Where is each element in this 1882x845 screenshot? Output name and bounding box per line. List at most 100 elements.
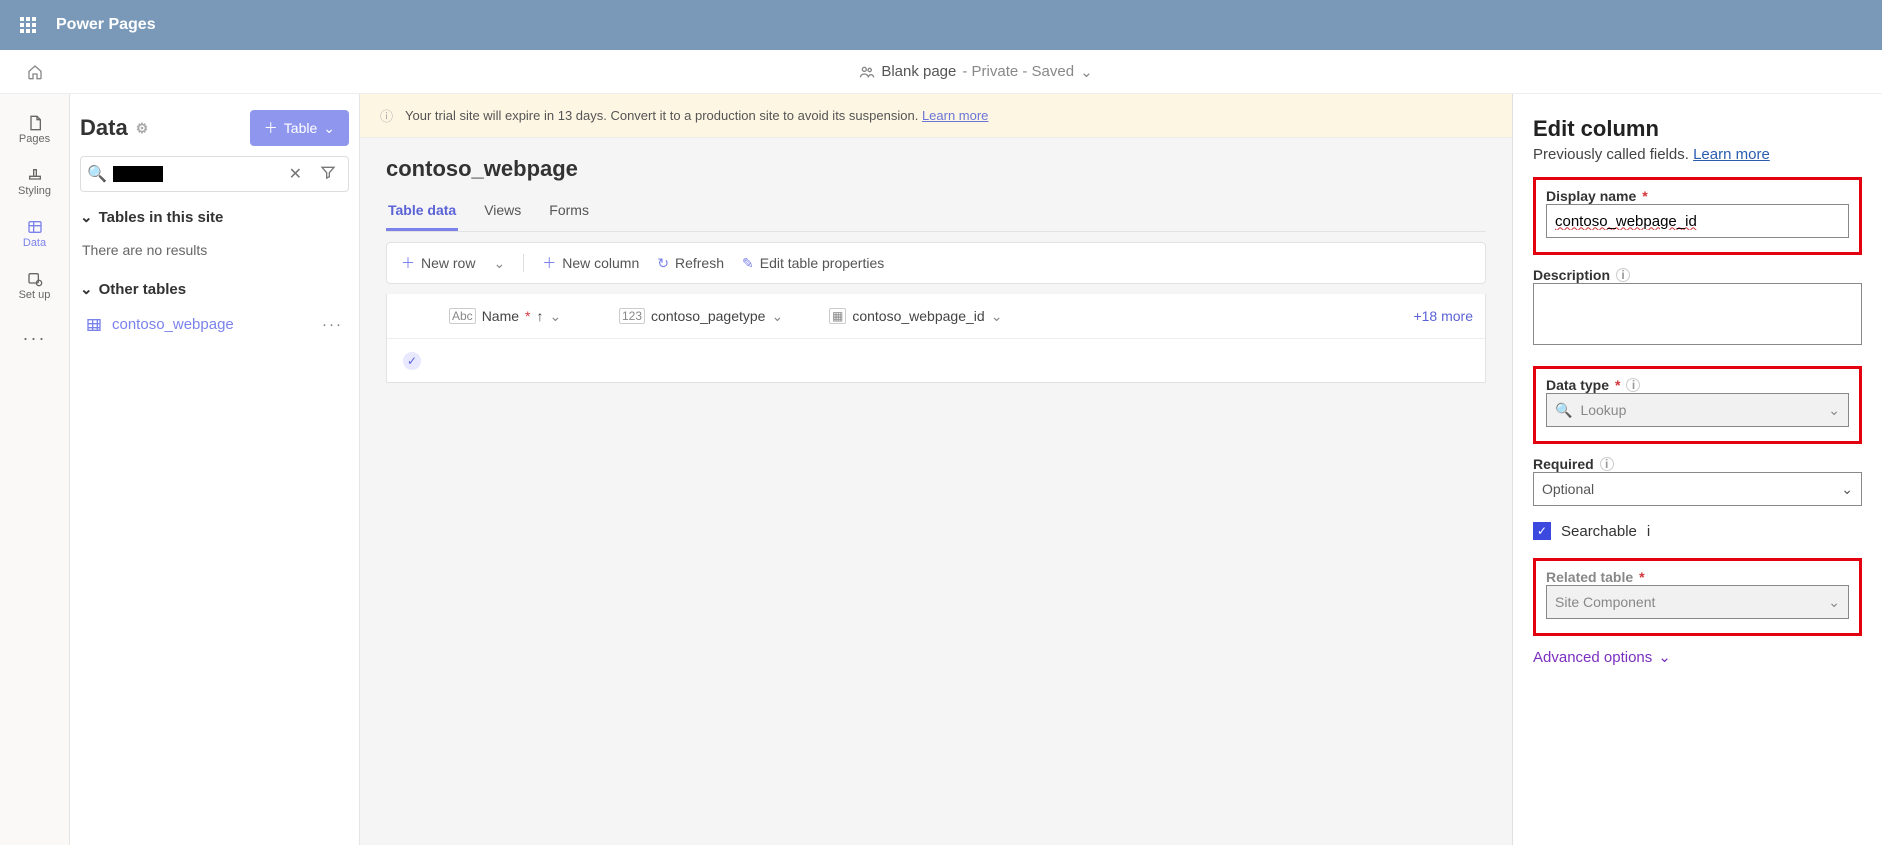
app-header: Power Pages: [0, 0, 1882, 50]
table-icon: [27, 219, 43, 235]
page-icon: [27, 115, 43, 131]
setup-icon: [27, 271, 43, 287]
table-title: contoso_webpage: [386, 156, 1486, 182]
chevron-down-icon: ⌄: [991, 308, 1003, 325]
info-icon[interactable]: i: [1626, 378, 1640, 392]
search-input[interactable]: [169, 166, 277, 182]
banner-learn-more-link[interactable]: Learn more: [922, 108, 988, 123]
info-icon[interactable]: i: [1616, 268, 1630, 282]
nav-label: Data: [23, 237, 46, 249]
home-icon[interactable]: [0, 64, 70, 80]
new-column-button[interactable]: ＋New column: [542, 253, 639, 273]
plus-icon: ＋: [401, 253, 415, 273]
panel-title: Edit column: [1533, 116, 1862, 142]
checkbox-checked-icon[interactable]: ✓: [1533, 522, 1551, 540]
banner-text: Your trial site will expire in 13 days. …: [405, 108, 918, 123]
tab-views[interactable]: Views: [482, 192, 523, 231]
new-row-button[interactable]: ＋New row: [401, 253, 475, 273]
display-name-label: Display name *: [1546, 188, 1849, 204]
chevron-down-icon: ⌄: [771, 308, 783, 325]
nav-setup[interactable]: Set up: [0, 260, 70, 312]
related-table-label: Related table *: [1546, 569, 1849, 585]
table-toolbar: ＋New row ⌄ ＋New column ↻Refresh ✎Edit ta…: [386, 242, 1486, 284]
chevron-down-icon: ⌄: [550, 308, 562, 325]
required-select[interactable]: Optional ⌄: [1533, 472, 1862, 506]
gear-icon[interactable]: ⚙: [136, 120, 149, 137]
chevron-down-icon: ⌄: [323, 120, 335, 137]
data-type-select: 🔍Lookup ⌄: [1546, 393, 1849, 427]
nav-pages[interactable]: Pages: [0, 104, 70, 156]
search-box[interactable]: 🔍 ✕: [80, 156, 349, 192]
row-check-icon[interactable]: ✓: [403, 352, 421, 370]
search-icon: 🔍: [87, 164, 107, 184]
add-table-button[interactable]: ＋ Table ⌄: [250, 110, 349, 146]
sort-asc-icon: ↑: [537, 308, 544, 324]
data-type-label: Data type * i: [1546, 377, 1849, 393]
display-name-input[interactable]: [1546, 204, 1849, 238]
chevron-down-icon: ⌄: [1828, 594, 1840, 611]
chevron-down-icon[interactable]: ⌄: [493, 255, 505, 272]
page-name[interactable]: Blank page: [881, 63, 956, 80]
plus-icon: ＋: [264, 118, 278, 138]
nav-styling[interactable]: Styling: [0, 156, 70, 208]
nav-more[interactable]: ···: [0, 312, 70, 364]
search-value: [113, 166, 163, 182]
table-item-more-icon[interactable]: ···: [322, 316, 343, 333]
nav-label: Styling: [18, 185, 51, 197]
text-type-icon: Abc: [449, 308, 476, 324]
page-status: - Private - Saved: [962, 63, 1074, 80]
nav-label: Pages: [19, 133, 50, 145]
tabs: Table data Views Forms: [386, 192, 1486, 232]
highlight-data-type: Data type * i 🔍Lookup ⌄: [1533, 366, 1862, 444]
plus-icon: ＋: [542, 253, 556, 273]
trial-banner: ⓘ Your trial site will expire in 13 days…: [360, 94, 1512, 138]
table-item-contoso-webpage[interactable]: contoso_webpage ···: [80, 308, 349, 341]
column-name[interactable]: Abc Name* ↑ ⌄: [437, 308, 607, 325]
sub-header: Blank page - Private - Saved ⌄: [0, 50, 1882, 94]
search-icon: 🔍: [1555, 402, 1572, 419]
chevron-down-icon: ⌄: [1841, 481, 1853, 498]
table-item-label: contoso_webpage: [112, 316, 234, 333]
waffle-icon[interactable]: [20, 17, 36, 33]
column-webpage-id[interactable]: ▦ contoso_webpage_id ⌄: [817, 308, 1047, 325]
nav-label: Set up: [19, 289, 51, 301]
filter-icon[interactable]: [314, 164, 342, 185]
pencil-icon: ✎: [742, 255, 754, 272]
searchable-checkbox-row[interactable]: ✓ Searchable i: [1533, 522, 1862, 540]
grid-header: Abc Name* ↑ ⌄ 123 contoso_pagetype ⌄ ▦ c…: [387, 294, 1485, 338]
clear-search-icon[interactable]: ✕: [283, 164, 308, 184]
chevron-down-icon: ⌄: [1828, 402, 1840, 419]
related-table-select: Site Component ⌄: [1546, 585, 1849, 619]
data-grid: Abc Name* ↑ ⌄ 123 contoso_pagetype ⌄ ▦ c…: [386, 294, 1486, 383]
section-tables-in-site[interactable]: ⌄ Tables in this site: [80, 208, 349, 226]
no-results: There are no results: [80, 236, 349, 264]
sidebar-heading: Data: [80, 115, 128, 141]
info-icon[interactable]: i: [1647, 523, 1650, 540]
refresh-icon: ↻: [657, 255, 669, 272]
people-icon: [859, 64, 875, 80]
edit-table-props-button[interactable]: ✎Edit table properties: [742, 255, 884, 272]
nav-data[interactable]: Data: [0, 208, 70, 260]
highlight-related-table: Related table * Site Component ⌄: [1533, 558, 1862, 636]
ellipsis-icon: ···: [23, 328, 47, 349]
section-other-tables[interactable]: ⌄ Other tables: [80, 280, 349, 298]
chevron-down-icon[interactable]: ⌄: [1080, 63, 1093, 81]
chevron-down-icon: ⌄: [80, 280, 93, 298]
edit-column-panel: Edit column Previously called fields. Le…: [1512, 94, 1882, 845]
chevron-down-icon: ⌄: [1658, 648, 1671, 666]
tab-forms[interactable]: Forms: [547, 192, 591, 231]
advanced-options-toggle[interactable]: Advanced options ⌄: [1533, 648, 1862, 666]
more-columns-link[interactable]: +18 more: [1401, 308, 1485, 324]
grid-row[interactable]: ✓: [387, 338, 1485, 382]
column-pagetype[interactable]: 123 contoso_pagetype ⌄: [607, 308, 817, 325]
learn-more-link[interactable]: Learn more: [1693, 146, 1770, 163]
info-icon[interactable]: i: [1600, 457, 1614, 471]
searchable-label: Searchable: [1561, 523, 1637, 540]
number-type-icon: 123: [619, 308, 645, 324]
description-input[interactable]: [1533, 283, 1862, 345]
highlight-display-name: Display name *: [1533, 177, 1862, 255]
brush-icon: [27, 167, 43, 183]
tab-table-data[interactable]: Table data: [386, 192, 458, 231]
grid-icon: [86, 317, 102, 333]
refresh-button[interactable]: ↻Refresh: [657, 255, 724, 272]
